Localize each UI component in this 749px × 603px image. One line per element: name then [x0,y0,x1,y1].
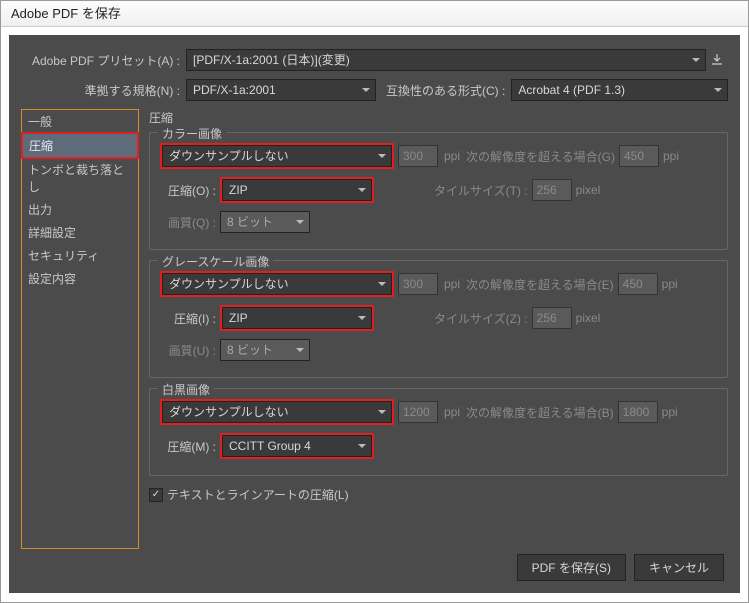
gray-tile-label: タイルサイズ(Z) : [434,310,528,327]
window-title: Adobe PDF を保存 [1,1,748,27]
gray-thresh-input[interactable]: 450 [618,273,658,295]
mono-comp-select[interactable]: CCITT Group 4 [222,435,372,457]
standard-label: 準拠する規格(N) : [21,82,186,99]
sidebar-item-marks[interactable]: トンボと裁ち落とし [22,158,138,198]
color-res-input[interactable]: 300 [398,145,438,167]
save-preset-icon[interactable] [706,49,728,71]
mono-thresh-label: 次の解像度を超える場合(B) [466,404,614,421]
gray-comp-select[interactable]: ZIP [222,307,372,329]
mono-images-group: 白黒画像 ダウンサンプルしない 1200 ppi 次の解像度を超える場合(B) … [149,388,728,476]
mono-res-unit: ppi [444,405,460,419]
color-tile-unit: pixel [576,183,601,197]
mono-thresh-input[interactable]: 1800 [618,401,658,423]
sidebar-item-general[interactable]: 一般 [22,110,138,133]
main-panel: 圧縮 カラー画像 ダウンサンプルしない 300 ppi 次の解像度を超える場合(… [139,109,728,549]
sidebar-item-summary[interactable]: 設定内容 [22,267,138,290]
sidebar-item-compression[interactable]: 圧縮 [21,132,139,159]
save-pdf-button[interactable]: PDF を保存(S) [517,554,626,581]
preset-select[interactable]: [PDF/X-1a:2001 (日本)](変更) [186,49,706,71]
sidebar-item-security[interactable]: セキュリティ [22,244,138,267]
mono-comp-label: 圧縮(M) : [160,438,216,455]
color-comp-label: 圧縮(O) : [160,182,216,199]
color-quality-label: 画質(Q) : [160,214,216,231]
check-icon: ✓ [149,488,163,502]
gray-thresh-unit: ppi [662,277,678,291]
standard-select[interactable]: PDF/X-1a:2001 [186,79,376,101]
color-thresh-input[interactable]: 450 [619,145,659,167]
color-thresh-unit: ppi [663,149,679,163]
gray-thresh-label: 次の解像度を超える場合(E) [466,276,614,293]
color-images-group: カラー画像 ダウンサンプルしない 300 ppi 次の解像度を超える場合(G) … [149,132,728,250]
save-pdf-dialog: Adobe PDF を保存 Adobe PDF プリセット(A) : [PDF/… [0,0,749,603]
cancel-button[interactable]: キャンセル [634,554,724,581]
gray-quality-select: 8 ビット [220,339,310,361]
color-thresh-label: 次の解像度を超える場合(G) [466,148,615,165]
sidebar-item-output[interactable]: 出力 [22,198,138,221]
compat-label: 互換性のある形式(C) : [376,82,511,99]
category-sidebar: 一般 圧縮 トンボと裁ち落とし 出力 詳細設定 セキュリティ 設定内容 [21,109,139,549]
gray-tile-unit: pixel [576,311,601,325]
color-tile-label: タイルサイズ(T) : [434,182,528,199]
mono-res-input[interactable]: 1200 [398,401,438,423]
compress-text-checkbox[interactable]: ✓ テキストとラインアートの圧縮(L) [149,486,728,503]
color-res-unit: ppi [444,149,460,163]
color-quality-select: 8 ビット [220,211,310,233]
mono-legend: 白黒画像 [158,381,214,398]
color-downsample-select[interactable]: ダウンサンプルしない [162,145,392,167]
gray-res-input[interactable]: 300 [398,273,438,295]
color-legend: カラー画像 [158,125,226,142]
gray-downsample-select[interactable]: ダウンサンプルしない [162,273,392,295]
gray-res-unit: ppi [444,277,460,291]
mono-thresh-unit: ppi [662,405,678,419]
gray-tile-input[interactable]: 256 [532,307,572,329]
preset-label: Adobe PDF プリセット(A) : [21,52,186,69]
compress-text-label: テキストとラインアートの圧縮(L) [167,486,349,503]
color-comp-select[interactable]: ZIP [222,179,372,201]
gray-legend: グレースケール画像 [158,253,273,270]
mono-downsample-select[interactable]: ダウンサンプルしない [162,401,392,423]
panel-title: 圧縮 [149,109,728,126]
gray-comp-label: 圧縮(I) : [160,310,216,327]
dialog-body: Adobe PDF プリセット(A) : [PDF/X-1a:2001 (日本)… [9,35,740,593]
gray-images-group: グレースケール画像 ダウンサンプルしない 300 ppi 次の解像度を超える場合… [149,260,728,378]
compat-select[interactable]: Acrobat 4 (PDF 1.3) [511,79,728,101]
gray-quality-label: 画質(U) : [160,342,216,359]
color-tile-input[interactable]: 256 [532,179,572,201]
sidebar-item-advanced[interactable]: 詳細設定 [22,221,138,244]
